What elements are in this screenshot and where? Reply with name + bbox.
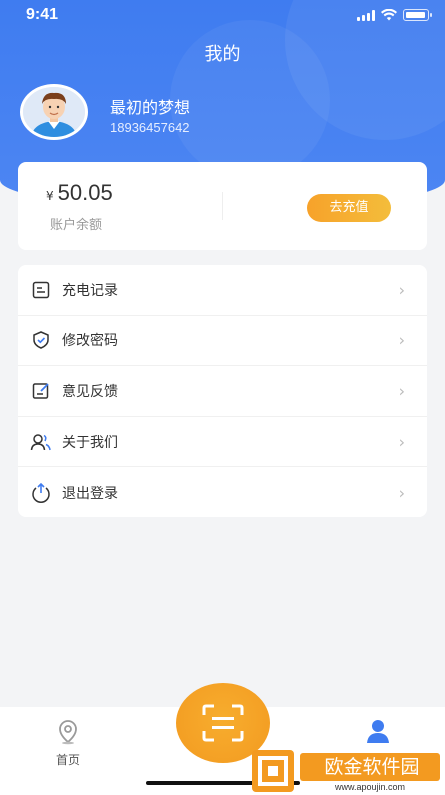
- person-icon: [367, 720, 389, 743]
- status-bar: 9:41: [0, 0, 445, 32]
- tab-home-label: 首页: [55, 753, 80, 767]
- battery-icon: [403, 9, 432, 21]
- logout-icon: [30, 482, 52, 504]
- menu-item-change-password[interactable]: 修改密码 ›: [18, 316, 427, 367]
- recharge-button[interactable]: 去充值: [307, 194, 391, 222]
- menu-label: 意见反馈: [62, 383, 118, 400]
- users-icon: [30, 431, 52, 453]
- status-time: 9:41: [26, 6, 59, 23]
- chevron-right-icon: ›: [398, 432, 405, 452]
- balance-amount: ¥50.05: [46, 180, 113, 206]
- wifi-icon: [381, 9, 397, 21]
- chevron-right-icon: ›: [398, 330, 405, 350]
- menu-item-feedback[interactable]: 意见反馈 ›: [18, 366, 427, 417]
- watermark-logo: 欧金软件园 www.apoujin.com: [248, 747, 445, 795]
- tab-home[interactable]: 首页: [40, 719, 96, 768]
- chevron-right-icon: ›: [398, 483, 405, 503]
- cellular-signal-icon: [357, 9, 375, 21]
- chevron-right-icon: ›: [398, 280, 405, 300]
- balance-value: 50.05: [57, 180, 113, 205]
- divider: [222, 192, 223, 220]
- menu-label: 退出登录: [62, 485, 118, 502]
- balance-card: ¥50.05 账户余额 去充值: [18, 162, 427, 250]
- scan-icon: [202, 704, 244, 742]
- menu-label: 修改密码: [62, 333, 118, 350]
- menu-item-logout[interactable]: 退出登录 ›: [18, 467, 427, 517]
- feedback-edit-icon: [30, 380, 52, 402]
- menu-label: 充电记录: [62, 282, 118, 299]
- currency-symbol: ¥: [46, 189, 54, 203]
- location-pin-icon: [59, 720, 77, 745]
- avatar[interactable]: [20, 84, 88, 140]
- chevron-right-icon: ›: [398, 381, 405, 401]
- menu-label: 关于我们: [62, 434, 118, 451]
- menu-item-charging-records[interactable]: 充电记录 ›: [18, 265, 427, 316]
- shield-check-icon: [30, 329, 52, 351]
- settings-menu: 充电记录 › 修改密码 › 意见反馈 › 关于我们 › 退出登录 ›: [18, 265, 427, 517]
- menu-item-about-us[interactable]: 关于我们 ›: [18, 417, 427, 468]
- page-title: 我的: [204, 44, 241, 65]
- document-icon: [30, 279, 52, 301]
- watermark-text: 欧金软件园: [324, 756, 420, 778]
- user-phone: 18936457642: [110, 120, 190, 135]
- user-name: 最初的梦想: [110, 98, 191, 117]
- balance-label: 账户余额: [50, 218, 103, 233]
- watermark-url: www.apoujin.com: [334, 782, 406, 792]
